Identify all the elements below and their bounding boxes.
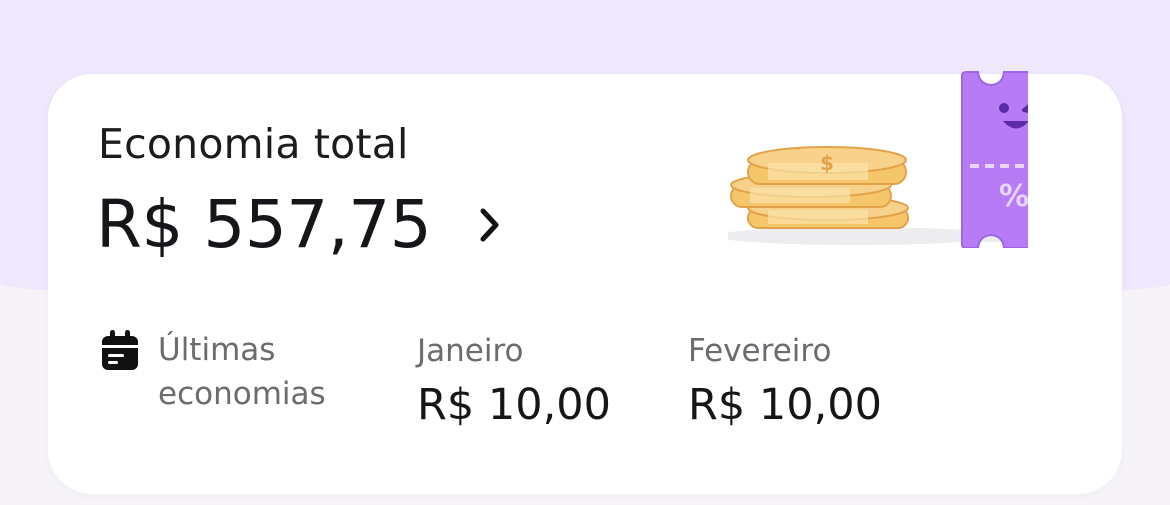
month-name: Janeiro	[417, 333, 524, 369]
total-savings-link[interactable]: R$ 557,75	[96, 186, 507, 263]
month-january: Janeiro R$ 10,00	[417, 332, 611, 430]
month-value: R$ 10,00	[417, 380, 612, 430]
month-name: Fevereiro	[688, 333, 832, 369]
total-savings-card[interactable]: Economia total R$ 557,75 $ % Últimas eco…	[48, 71, 1122, 494]
ticket-icon: %	[961, 71, 1066, 249]
percent-icon: %	[999, 179, 1028, 214]
calendar-icon	[100, 330, 140, 372]
last-savings-section: Últimas economias	[100, 328, 358, 416]
chevron-right-icon[interactable]	[473, 205, 507, 245]
last-savings-label: Últimas economias	[158, 332, 326, 412]
month-value: R$ 10,00	[688, 380, 883, 430]
dollar-icon: $	[820, 151, 834, 175]
coins-and-ticket-illustration: $ %	[716, 48, 1066, 249]
coin-top: $	[747, 146, 907, 185]
card-title: Economia total	[98, 120, 409, 168]
total-savings-value: R$ 557,75	[96, 186, 432, 263]
month-february: Fevereiro R$ 10,00	[688, 332, 882, 430]
